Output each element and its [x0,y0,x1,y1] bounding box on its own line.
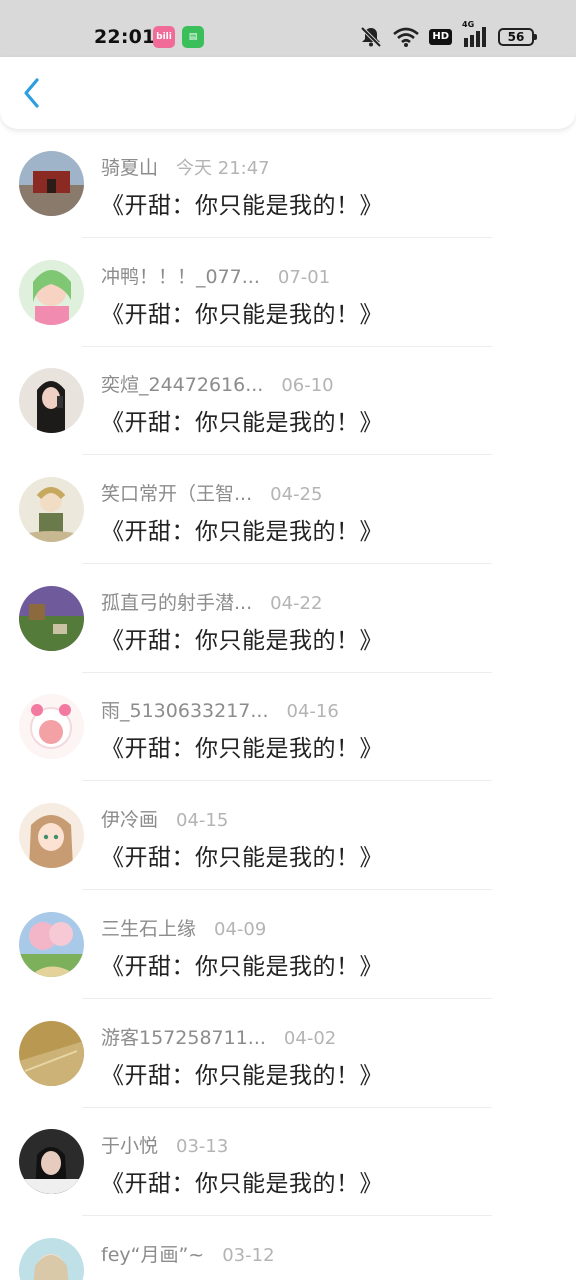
comment-time: 04-16 [286,701,339,723]
hd-badge: HD [429,29,452,45]
comment-text: 《开甜：你只能是我的！》 [101,1171,383,1198]
comment-row[interactable]: 伊冷画 04-15 《开甜：你只能是我的！》 [0,792,576,901]
comment-meta: 冲鸭！！！_077... 07-01 [101,262,330,288]
back-button[interactable] [14,75,50,111]
comment-list: 骑夏山 今天 21:47 《开甜：你只能是我的！》 冲鸭！！！_077... 07-01… [0,140,576,1280]
comment-meta: 孤直弓的射手潜... 04-22 [101,588,322,614]
divider [82,563,492,565]
wifi-icon [393,27,420,47]
comment-row[interactable]: fey“月画”~ 03-12 《开甜：你只能是我的！》 [0,1227,576,1280]
avatar[interactable] [19,1020,84,1086]
comment-row[interactable]: 游客157258711... 04-02 《开甜：你只能是我的！》 [0,1010,576,1119]
user-name[interactable]: 笑口常开（王智... [101,479,252,506]
avatar[interactable] [19,585,84,651]
divider [82,889,492,891]
comment-time: 07-01 [277,266,331,288]
mute-icon [359,26,383,48]
signal-icon: 4G [462,20,488,48]
user-name[interactable]: 游客157258711... [101,1023,266,1050]
comment-text: 《开甜：你只能是我的！》 [101,736,383,763]
avatar[interactable] [19,694,84,760]
divider [82,345,492,347]
comment-time: 今天 21:47 [176,158,270,179]
bilibili-icon: bili [153,26,175,48]
comment-text: 《开甜：你只能是我的！》 [101,519,383,546]
comment-time: 03-12 [222,1244,275,1266]
avatar[interactable] [19,1237,84,1280]
user-name[interactable]: 骑夏山 [101,153,158,180]
avatar[interactable] [19,911,84,977]
avatar[interactable] [19,151,84,216]
user-name[interactable]: 雨_5130633217... [101,696,269,723]
avatar[interactable] [19,1129,84,1195]
user-name[interactable]: 孤直弓的射手潜... [101,588,252,615]
comment-text: 《开甜：你只能是我的！》 [101,627,383,654]
status-time: 22:01 [94,26,156,48]
divider [82,237,492,238]
comment-time: 04-15 [176,810,229,832]
avatar[interactable] [19,259,84,325]
divider [82,997,492,999]
comment-time: 04-25 [270,484,323,506]
divider [82,780,492,782]
battery-icon: 56 [498,28,537,46]
signal-label: 4G [462,20,475,29]
comment-row[interactable]: 笑口常开（王智... 04-25 《开甜：你只能是我的！》 [0,466,576,575]
comment-row[interactable]: 雨_5130633217... 04-16 《开甜：你只能是我的！》 [0,683,576,792]
comment-text: 《开甜：你只能是我的！》 [101,845,383,872]
divider [82,1215,492,1217]
comment-text: 《开甜：你只能是我的！》 [101,953,383,980]
user-name[interactable]: 三生石上缘 [101,914,196,941]
divider [82,671,492,673]
comment-text: 《开甜：你只能是我的！》 [101,1062,383,1089]
comment-time: 06-10 [281,375,334,397]
comment-meta: 伊冷画 04-15 [101,805,228,831]
comment-time: 04-09 [214,918,267,940]
chevron-left-icon [24,78,39,108]
comment-meta: 于小悦 03-13 [101,1131,228,1157]
user-name[interactable]: 奕煊_24472616... [101,370,263,397]
user-name[interactable]: fey“月画”~ [101,1240,204,1267]
green-app-icon: ▤ [182,26,204,48]
comment-text: 《开甜：你只能是我的！》 [101,193,383,219]
avatar[interactable] [19,803,84,869]
comment-meta: 笑口常开（王智... 04-25 [101,479,322,505]
comment-text: 《开甜：你只能是我的！》 [101,410,383,437]
comment-row[interactable]: 孤直弓的射手潜... 04-22 《开甜：你只能是我的！》 [0,575,576,684]
comment-meta: 奕煊_24472616... 06-10 [101,370,334,396]
avatar[interactable] [19,368,84,434]
comment-time: 04-02 [283,1027,337,1049]
nav-bar [0,57,576,129]
comment-meta: 游客157258711... 04-02 [101,1023,336,1049]
comment-time: 04-22 [270,592,323,614]
comment-row[interactable]: 骑夏山 今天 21:47 《开甜：你只能是我的！》 [0,140,576,249]
status-bar: 22:01 bili ▤ HD 4G 56 [0,0,576,57]
status-icons: HD 4G 56 [359,20,537,49]
comment-meta: 三生石上缘 04-09 [101,914,266,940]
user-name[interactable]: 冲鸭！！！_077... [101,262,260,289]
comment-row[interactable]: 于小悦 03-13 《开甜：你只能是我的！》 [0,1118,576,1227]
divider [82,454,492,456]
comment-text: 《开甜：你只能是我的！》 [101,1273,383,1280]
comment-row[interactable]: 三生石上缘 04-09 《开甜：你只能是我的！》 [0,901,576,1010]
comment-time: 03-13 [176,1136,229,1158]
avatar[interactable] [19,477,84,543]
divider [82,1106,492,1108]
comment-row[interactable]: 冲鸭！！！_077... 07-01 《开甜：你只能是我的！》 [0,249,576,358]
comment-meta: 雨_5130633217... 04-16 [101,696,339,722]
comment-meta: fey“月画”~ 03-12 [101,1240,275,1266]
comment-meta: 骑夏山 今天 21:47 [101,153,270,179]
user-name[interactable]: 伊冷画 [101,805,158,832]
comment-text: 《开甜：你只能是我的！》 [101,301,383,328]
comment-row[interactable]: 奕煊_24472616... 06-10 《开甜：你只能是我的！》 [0,357,576,466]
user-name[interactable]: 于小悦 [101,1131,158,1158]
